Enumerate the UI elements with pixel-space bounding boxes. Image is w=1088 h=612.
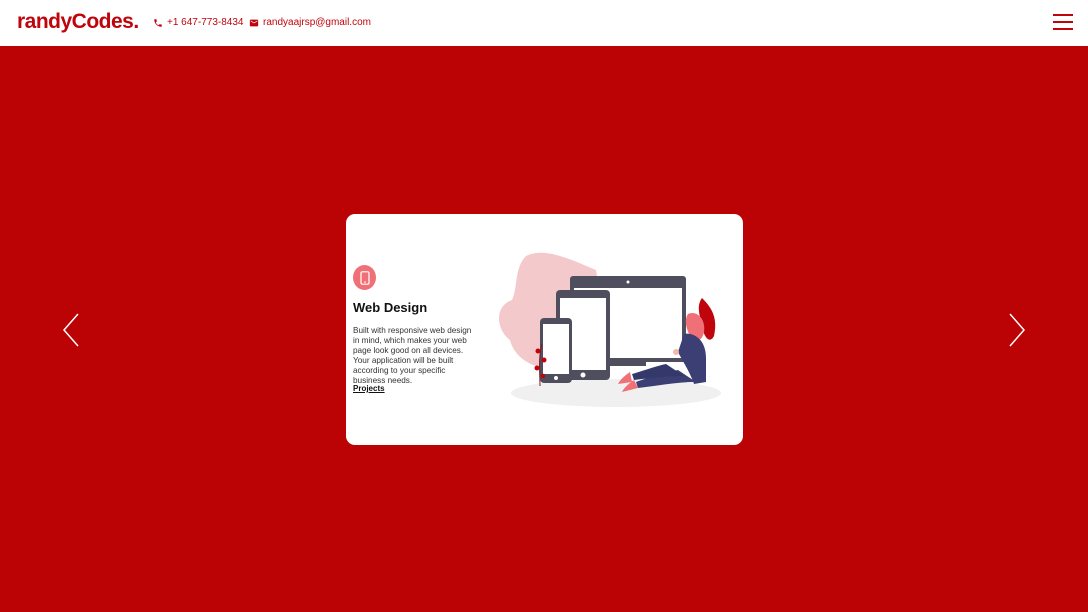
phone-contact[interactable]: +1 647-773-8434 — [153, 16, 243, 30]
carousel-next-button[interactable] — [1008, 313, 1026, 347]
email-contact[interactable]: randyaajrsp@gmail.com — [249, 16, 371, 30]
phone-number: +1 647-773-8434 — [167, 17, 244, 28]
phone-icon — [154, 19, 162, 27]
site-header: randyCodes. +1 647-773-8434 randyaajrsp@… — [0, 0, 1088, 46]
mail-icon — [249, 19, 259, 27]
hamburger-menu-icon[interactable] — [1053, 13, 1073, 31]
smartphone-icon — [353, 265, 376, 290]
email-address: randyaajrsp@gmail.com — [263, 17, 371, 28]
projects-link[interactable]: Projects — [353, 384, 385, 394]
menu-bar — [1053, 14, 1073, 16]
chevron-right-icon — [1009, 313, 1025, 347]
menu-bar — [1053, 28, 1073, 30]
service-title: Web Design — [353, 300, 428, 315]
service-description: Built with responsive web design in mind… — [353, 326, 472, 385]
hero-carousel: Web Design Built with responsive web des… — [0, 46, 1088, 612]
brand-logo[interactable]: randyCodes. — [17, 9, 139, 35]
menu-bar — [1053, 21, 1073, 23]
chevron-left-icon — [63, 313, 79, 347]
smartphone-glyph — [359, 270, 370, 285]
service-card: Web Design Built with responsive web des… — [346, 214, 743, 445]
carousel-prev-button[interactable] — [62, 313, 80, 347]
responsive-devices-illustration — [496, 248, 726, 408]
